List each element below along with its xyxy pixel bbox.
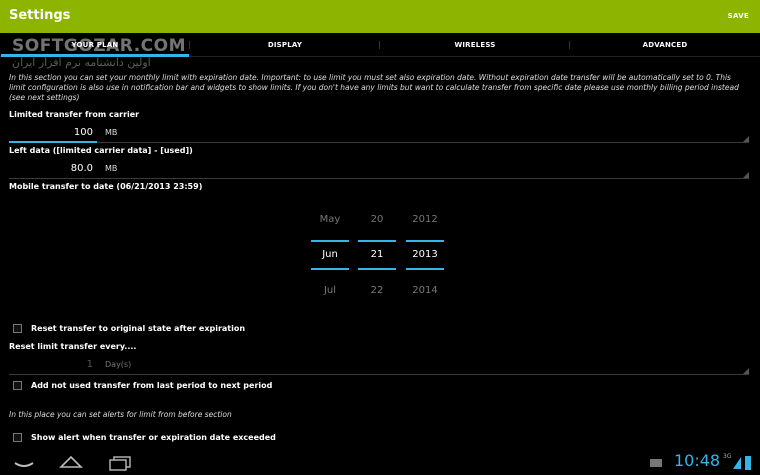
year-prev[interactable]: 2012 <box>406 214 444 225</box>
tab-display[interactable]: DISPLAY <box>190 33 380 57</box>
field-corner <box>743 136 749 142</box>
day-next[interactable]: 22 <box>358 285 396 296</box>
watermark-subtext: اولین دانشنامه نرم افزار ایران <box>12 56 151 69</box>
left-data-field[interactable]: 80.0 MB <box>9 159 749 179</box>
year-next[interactable]: 2014 <box>406 285 444 296</box>
reset-every-field[interactable]: 1 Day(s) <box>9 355 749 375</box>
tab-label: YOUR PLAN <box>71 41 119 49</box>
keyboard-icon[interactable] <box>648 451 664 473</box>
field-focus-underline <box>9 141 97 143</box>
left-data-unit: MB <box>105 164 118 173</box>
app-title: Settings <box>9 8 71 23</box>
transfer-date-label: Mobile transfer to date (06/21/2013 23:5… <box>9 182 203 191</box>
add-unused-label: Add not used transfer from last period t… <box>31 381 273 390</box>
limited-transfer-value[interactable]: 100 <box>9 127 93 138</box>
day-prev[interactable]: 20 <box>358 214 396 225</box>
home-icon[interactable] <box>58 451 84 473</box>
limited-transfer-label: Limited transfer from carrier <box>9 110 140 119</box>
clock: 10:48 <box>674 451 721 470</box>
month-current[interactable]: Jun <box>311 240 349 270</box>
limited-transfer-unit: MB <box>105 128 118 137</box>
left-data-value[interactable]: 80.0 <box>9 163 93 174</box>
system-bar: 10:48 3G <box>0 449 760 475</box>
battery-icon <box>745 456 751 470</box>
tab-advanced[interactable]: ADVANCED <box>570 33 760 57</box>
year-current[interactable]: 2013 <box>406 240 444 270</box>
day-current[interactable]: 21 <box>358 240 396 270</box>
add-unused-checkbox[interactable] <box>13 381 22 390</box>
signal-icon <box>733 457 741 469</box>
field-underline <box>9 178 749 179</box>
tab-label: WIRELESS <box>454 41 496 49</box>
reset-every-label: Reset limit transfer every.... <box>9 342 137 351</box>
month-next[interactable]: Jul <box>311 285 349 296</box>
field-underline <box>9 142 749 143</box>
action-bar: Settings SAVE <box>0 0 760 33</box>
reset-transfer-label: Reset transfer to original state after e… <box>31 324 246 333</box>
month-prev[interactable]: May <box>311 214 349 225</box>
tab-bar: YOUR PLAN DISPLAY WIRELESS ADVANCED <box>0 33 760 57</box>
field-underline <box>9 374 749 375</box>
reset-every-value[interactable]: 1 <box>9 359 93 370</box>
save-button[interactable]: SAVE <box>728 12 749 20</box>
limited-transfer-field[interactable]: 100 MB <box>9 123 749 143</box>
tab-label: ADVANCED <box>642 41 688 49</box>
reset-every-unit: Day(s) <box>105 360 132 369</box>
reset-transfer-checkbox[interactable] <box>13 324 22 333</box>
tab-wireless[interactable]: WIRELESS <box>380 33 570 57</box>
tab-selected-indicator <box>1 54 189 57</box>
recent-apps-icon[interactable] <box>106 451 134 473</box>
field-corner <box>743 368 749 374</box>
field-corner <box>743 172 749 178</box>
alerts-info-text: In this place you can set alerts for lim… <box>9 410 232 419</box>
plan-intro-text: In this section you can set your monthly… <box>9 73 739 102</box>
show-alert-checkbox[interactable] <box>13 433 22 442</box>
back-icon[interactable] <box>12 451 36 473</box>
show-alert-label: Show alert when transfer or expiration d… <box>31 433 276 442</box>
tab-your-plan[interactable]: YOUR PLAN <box>0 33 190 57</box>
left-data-label: Left data ([limited carrier data] - [use… <box>9 146 193 155</box>
tab-label: DISPLAY <box>267 41 303 49</box>
